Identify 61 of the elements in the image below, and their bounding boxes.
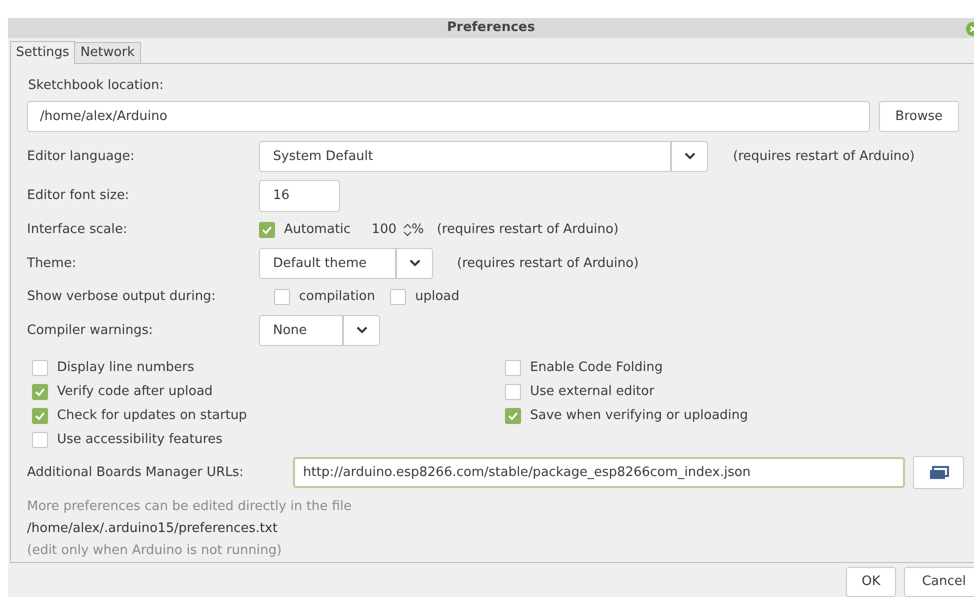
checkbox[interactable] xyxy=(32,360,48,376)
percent-sign: % xyxy=(412,221,424,240)
checkmark-icon xyxy=(35,412,45,420)
checkbox-label: compilation xyxy=(299,288,376,306)
field-label: Editor font size: xyxy=(27,187,130,206)
field-label: Editor language: xyxy=(27,148,136,166)
scale-value[interactable]: 100 xyxy=(372,220,396,240)
dropdown-field[interactable]: Default theme xyxy=(259,248,396,279)
dropdown-field[interactable]: System Default xyxy=(259,140,671,172)
dropdown-button[interactable] xyxy=(396,248,433,279)
chevron-down-icon xyxy=(684,152,696,160)
checkmark-icon xyxy=(35,388,45,396)
checkmark-icon xyxy=(262,226,272,234)
checkbox[interactable] xyxy=(505,408,521,424)
dropdown-field[interactable]: None xyxy=(259,314,343,346)
hint-text: (edit only when Arduino is not running) xyxy=(27,542,283,560)
checkbox-label: Use external editor xyxy=(530,383,654,402)
field-label: Interface scale: xyxy=(27,221,128,240)
checkbox[interactable] xyxy=(259,222,275,238)
sketchbook-path-field[interactable]: /home/alex/Arduino xyxy=(27,100,870,132)
ok-button[interactable]: OK xyxy=(846,567,896,597)
checkbox[interactable] xyxy=(274,288,290,305)
boards-url-field[interactable]: http://arduino.esp8266.com/stable/package_esp8266com_index.json xyxy=(293,457,905,488)
checkbox-label: Check for updates on startup xyxy=(57,407,247,426)
field-label: Show verbose output during: xyxy=(27,288,217,306)
browse-button[interactable]: Browse xyxy=(878,100,959,132)
url-list-button[interactable] xyxy=(913,456,964,490)
checkbox[interactable] xyxy=(32,432,48,448)
chevron-down-icon xyxy=(356,326,368,334)
checkbox-label: Automatic xyxy=(284,221,351,240)
window-title: Preferences xyxy=(447,19,535,38)
dropdown-button[interactable] xyxy=(343,314,380,346)
font-size-field[interactable]: 16 xyxy=(259,180,340,212)
tab[interactable]: Network xyxy=(75,42,141,64)
spinner-icon[interactable] xyxy=(402,222,412,237)
hint-text: More preferences can be edited directly in the file xyxy=(27,498,353,516)
field-label: Additional Boards Manager URLs: xyxy=(27,464,245,482)
checkbox-label: upload xyxy=(415,288,460,306)
cancel-button[interactable]: Cancel xyxy=(904,567,974,597)
checkbox[interactable] xyxy=(32,408,48,424)
checkbox[interactable] xyxy=(390,288,406,305)
preferences-path: /home/alex/.arduino15/preferences.txt xyxy=(27,520,279,538)
tab[interactable]: Settings xyxy=(10,40,76,64)
checkbox-label: Display line numbers xyxy=(57,359,194,378)
checkbox[interactable] xyxy=(505,384,521,400)
checkbox[interactable] xyxy=(505,360,521,376)
restart-note: (requires restart of Arduino) xyxy=(457,254,639,273)
checkbox[interactable] xyxy=(32,384,48,400)
restart-note: (requires restart of Arduino) xyxy=(436,221,619,240)
checkbox-label: Save when verifying or uploading xyxy=(530,407,748,426)
checkbox-label: Enable Code Folding xyxy=(530,359,663,378)
dropdown-button[interactable] xyxy=(671,140,708,172)
chevron-down-icon xyxy=(408,259,420,268)
checkbox-label: Verify code after upload xyxy=(57,383,213,402)
field-label: Compiler warnings: xyxy=(27,322,154,340)
checkbox-label: Use accessibility features xyxy=(57,431,223,450)
windows-icon xyxy=(928,466,948,480)
checkmark-icon xyxy=(508,412,518,420)
restart-note: (requires restart of Arduino) xyxy=(733,148,915,166)
field-label: Theme: xyxy=(27,254,78,273)
field-label: Sketchbook location: xyxy=(28,77,165,96)
